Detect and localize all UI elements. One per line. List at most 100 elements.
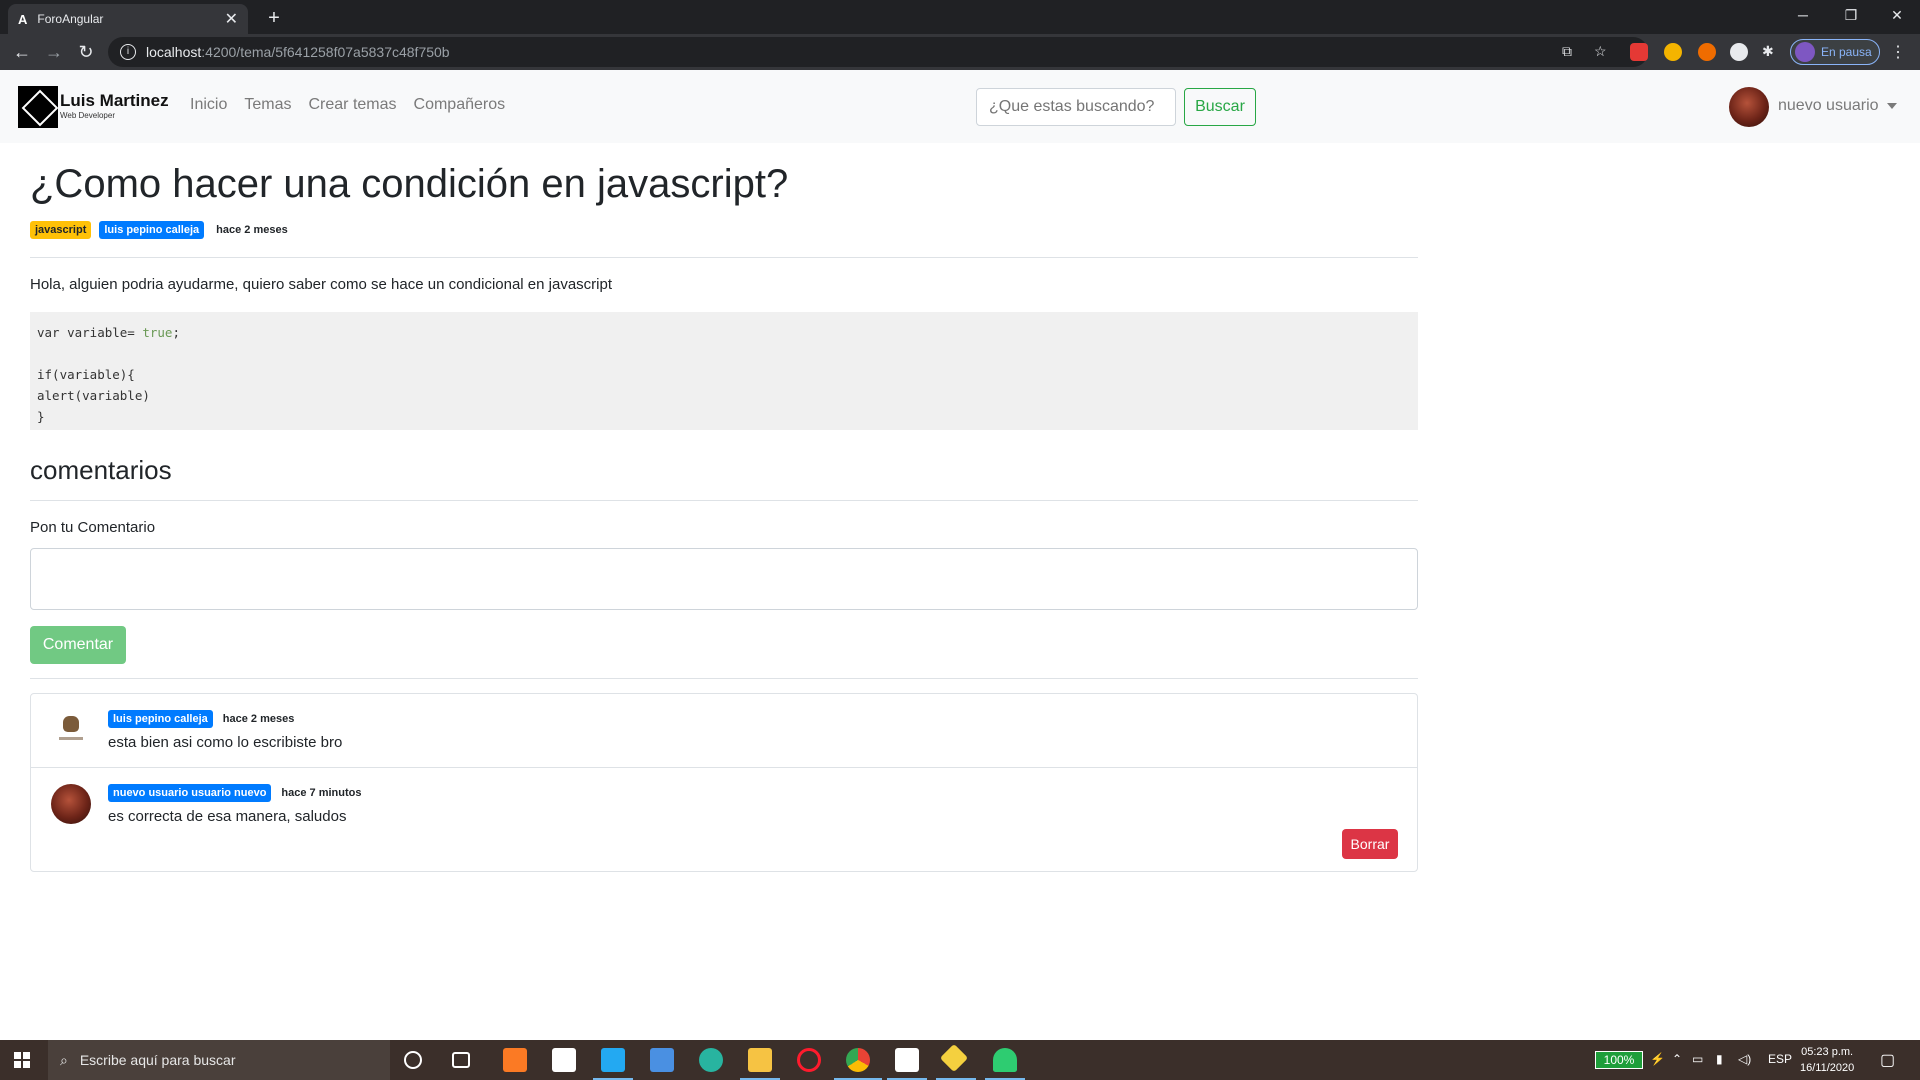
xampp-icon[interactable] [503,1048,527,1072]
topic-title: ¿Como hacer una condición en javascript? [30,162,789,206]
battery-icon[interactable]: ▮ [1716,1052,1723,1066]
delete-comment-button[interactable]: Borrar [1342,829,1398,859]
edge-icon[interactable] [699,1048,723,1072]
battery-indicator[interactable]: 100% [1595,1051,1643,1069]
topic-time: hace 2 meses [216,224,288,236]
user-menu-toggle[interactable]: nuevo usuario [1778,97,1879,115]
brand-subtitle: Web Developer [60,111,115,120]
taskbar-search-placeholder: Escribe aquí para buscar [79,1052,236,1068]
windows-start-icon[interactable] [14,1052,30,1068]
search-icon: ⌕ [60,1051,68,1068]
comment-item: luis pepino calleja hace 2 meses esta bi… [31,694,1417,767]
clock-date: 16/11/2020 [1800,1062,1855,1074]
vscode-icon[interactable] [601,1048,625,1072]
code-line-suffix: ; [172,325,180,340]
nav-link-companeros[interactable]: Compañeros [414,96,506,114]
browser-tab[interactable]: A ForoAngular ✕ [8,4,248,34]
divider [30,257,1418,258]
chevron-up-icon[interactable]: ⌃ [1672,1052,1682,1066]
author-badge: luis pepino calleja [99,221,205,239]
brand-logo-link[interactable]: Luis Martinez Web Developer [18,86,169,128]
topic-content: Hola, alguien podria ayudarme, quiero sa… [30,276,613,293]
code-body: if(variable){ alert(variable) } [37,367,150,424]
taskbar-search[interactable]: ⌕ Escribe aquí para buscar [48,1040,390,1080]
search-input[interactable] [976,88,1176,126]
diamond-logo-icon [18,86,58,128]
search-button[interactable]: Buscar [1184,88,1256,126]
bookmark-star-icon[interactable]: ☆ [1594,43,1607,60]
store-icon[interactable] [552,1048,576,1072]
url-host: localhost [146,44,202,60]
comment-avatar [51,784,91,824]
comment-submit-button[interactable]: Comentar [30,626,126,664]
topic-detail: ¿Como hacer una condición en javascript?… [30,143,1418,872]
profile-avatar [1795,42,1815,62]
chevron-down-icon[interactable] [1887,103,1897,109]
extension-dark-mode-icon[interactable] [1730,43,1748,61]
mongodb-icon[interactable] [895,1048,919,1072]
power-plug-icon[interactable]: ⚡ [1650,1052,1665,1066]
browser-menu-icon[interactable]: ⋮ [1890,42,1906,62]
comment-label: Pon tu Comentario [30,519,156,536]
robo3t-icon[interactable] [993,1048,1017,1072]
restore-icon[interactable]: ❐ [1828,0,1874,30]
clock-time: 05:23 p.m. [1801,1046,1854,1058]
close-tab-icon[interactable]: ✕ [225,9,238,29]
back-arrow-icon[interactable]: ← [8,38,36,66]
profile-status: En pausa [1821,45,1872,59]
nav-links: Inicio Temas Crear temas Compañeros [190,96,505,114]
address-bar[interactable]: i localhost :4200/tema/5f641258f07a5837c… [108,37,1648,67]
sourcetree-icon[interactable] [939,1043,969,1073]
close-window-icon[interactable]: ✕ [1874,0,1920,30]
translate-icon[interactable]: ⧉ [1562,43,1572,60]
divider [30,500,1418,501]
file-explorer-icon[interactable] [748,1048,772,1072]
comments-heading: comentarios [30,455,172,485]
comment-text: esta bien asi como lo escribiste bro [108,734,343,751]
comments-list: luis pepino calleja hace 2 meses esta bi… [30,693,1418,872]
notifications-icon[interactable]: ▢ [1880,1050,1895,1070]
code-boolean: true [142,325,173,340]
network-icon[interactable]: ▭ [1692,1052,1703,1066]
comment-item: nuevo usuario usuario nuevo hace 7 minut… [31,767,1417,871]
opera-icon[interactable] [797,1048,821,1072]
topic-meta: javascript luis pepino calleja hace 2 me… [30,221,1418,239]
comment-author-badge: luis pepino calleja [108,710,213,728]
extension-pocket-icon[interactable] [1630,43,1648,61]
code-block: var variable= true; if(variable){ alert(… [30,312,1418,430]
user-avatar[interactable] [1729,87,1769,127]
browser-toolbar: ← → ↻ i localhost :4200/tema/5f641258f07… [0,34,1920,70]
browser-tab-bar: A ForoAngular ✕ + ─ ❐ ✕ [0,0,1920,34]
windows-taskbar: ⌕ Escribe aquí para buscar 100% ⚡ ⌃ ▭ ▮ … [0,1040,1920,1080]
profile-button[interactable]: En pausa [1790,39,1880,65]
nav-link-crear-temas[interactable]: Crear temas [308,96,396,114]
angular-favicon-icon: A [18,11,28,27]
comment-author-badge: nuevo usuario usuario nuevo [108,784,272,802]
task-view-icon[interactable] [452,1052,470,1068]
language-indicator[interactable]: ESP [1768,1052,1792,1066]
taskbar-clock[interactable]: 05:23 p.m. 16/11/2020 [1800,1044,1854,1076]
extension-cookie-icon[interactable] [1664,43,1682,61]
comment-time: hace 7 minutos [281,787,362,799]
mail-icon[interactable] [650,1048,674,1072]
nav-link-inicio[interactable]: Inicio [190,96,227,114]
chrome-icon[interactable] [846,1048,870,1072]
extensions-puzzle-icon[interactable]: ✱ [1762,43,1774,60]
volume-icon[interactable]: ◁) [1738,1052,1751,1066]
cortana-icon[interactable] [404,1051,422,1069]
extension-fox-icon[interactable] [1698,43,1716,61]
comment-avatar [51,710,91,750]
divider [30,678,1418,679]
new-tab-icon[interactable]: + [260,4,288,32]
comment-time: hace 2 meses [222,713,295,725]
minimize-icon[interactable]: ─ [1780,0,1826,30]
nav-link-temas[interactable]: Temas [244,96,291,114]
forward-arrow-icon[interactable]: → [40,38,68,66]
reload-icon[interactable]: ↻ [72,38,100,66]
comment-text: es correcta de esa manera, saludos [108,808,347,825]
url-path: :4200/tema/5f641258f07a5837c48f750b [201,44,450,60]
site-info-icon[interactable]: i [120,44,136,60]
comment-textarea[interactable] [30,548,1418,610]
code-line-prefix: var variable= [37,325,143,340]
language-badge: javascript [30,221,92,239]
